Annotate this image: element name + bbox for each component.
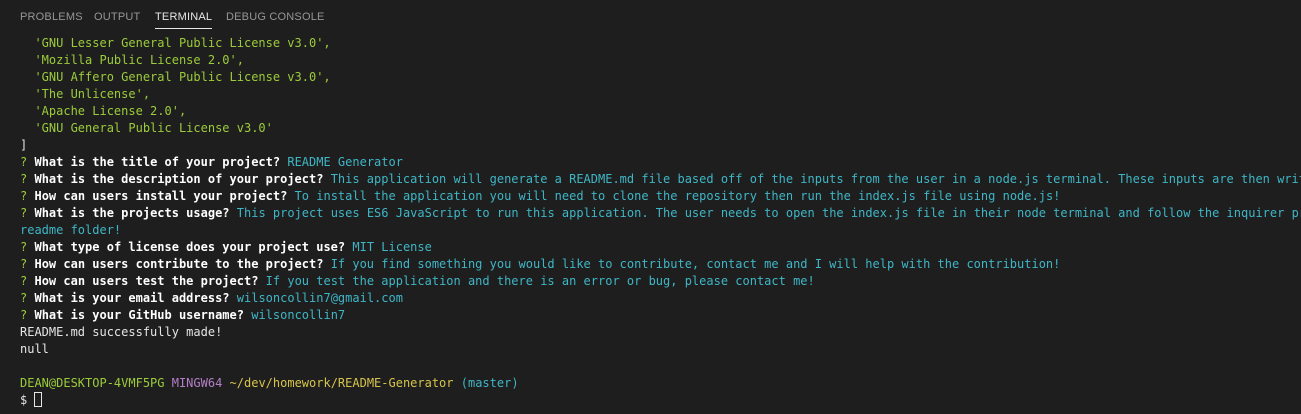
license-list-item: 'GNU General Public License v3.0' [20, 121, 273, 135]
shell-prompt-info: DEAN@DESKTOP-4VMF5PG MINGW64 ~/dev/homew… [20, 375, 1301, 392]
prompt-line-install: ? How can users install your project? To… [20, 188, 1301, 205]
prompt-line-usage: ? What is the projects usage? This proje… [20, 205, 1301, 222]
prompt-line-title: ? What is the title of your project? REA… [20, 154, 1301, 171]
shell-user-host: DEAN@DESKTOP-4VMF5PG [20, 376, 165, 390]
tab-problems[interactable]: PROBLEMS [20, 11, 83, 28]
prompt-answer: MIT License [352, 240, 432, 254]
prompt-answer: wilsoncollin7 [251, 308, 346, 322]
shell-prompt-symbol: $ [20, 393, 28, 407]
question-mark: ? [20, 172, 28, 186]
shell-input-line[interactable]: $ [20, 392, 1301, 409]
prompt-question: How can users contribute to the project? [34, 257, 324, 271]
license-list-item: 'GNU Lesser General Public License v3.0'… [20, 36, 331, 50]
shell-path: ~/dev/homework/README-Generator [229, 376, 454, 390]
license-list-item: 'GNU Affero General Public License v3.0'… [20, 70, 331, 84]
prompt-line-email: ? What is your email address? wilsoncoll… [20, 290, 1301, 307]
prompt-question: What is your email address? [34, 291, 230, 305]
question-mark: ? [20, 291, 28, 305]
prompt-line-test: ? How can users test the project? If you… [20, 273, 1301, 290]
success-message: README.md successfully made! [20, 325, 223, 339]
question-mark: ? [20, 189, 28, 203]
panel-tab-bar: PROBLEMS OUTPUT TERMINAL DEBUG CONSOLE [0, 0, 1301, 35]
terminal-output[interactable]: 'GNU Lesser General Public License v3.0'… [20, 35, 1301, 414]
prompt-answer: wilsoncollin7@gmail.com [236, 291, 403, 305]
prompt-answer: README Generator [287, 155, 403, 169]
question-mark: ? [20, 240, 28, 254]
prompt-line-github: ? What is your GitHub username? wilsonco… [20, 307, 1301, 324]
tab-output[interactable]: OUTPUT [94, 11, 140, 28]
prompt-line-contribute: ? How can users contribute to the projec… [20, 256, 1301, 273]
question-mark: ? [20, 206, 28, 220]
prompt-answer: This project uses ES6 JavaScript to run … [236, 206, 1301, 220]
tab-terminal[interactable]: TERMINAL [155, 11, 213, 29]
prompt-question: What is the projects usage? [34, 206, 230, 220]
prompt-question: How can users install your project? [34, 189, 288, 203]
license-list-item: 'Mozilla Public License 2.0', [20, 53, 244, 67]
prompt-line-license: ? What type of license does your project… [20, 239, 1301, 256]
null-output: null [20, 342, 49, 356]
prompt-question: What is your GitHub username? [34, 308, 244, 322]
prompt-line-description: ? What is the description of your projec… [20, 171, 1301, 188]
prompt-answer: If you test the application and there is… [265, 274, 815, 288]
license-list-item: 'Apache License 2.0', [20, 104, 187, 118]
prompt-question: What is the title of your project? [34, 155, 281, 169]
terminal-cursor [34, 392, 43, 407]
list-close-bracket: ] [20, 138, 28, 152]
shell-git-branch: (master) [460, 376, 519, 390]
question-mark: ? [20, 257, 28, 271]
usage-wrap-line: readme folder! [20, 223, 122, 237]
question-mark: ? [20, 274, 28, 288]
license-list-item: 'The Unlicense', [20, 87, 151, 101]
prompt-question: How can users test the project? [34, 274, 259, 288]
prompt-question: What is the description of your project? [34, 172, 324, 186]
shell-env: MINGW64 [171, 376, 223, 390]
prompt-answer: This application will generate a README.… [330, 172, 1301, 186]
question-mark: ? [20, 308, 28, 322]
question-mark: ? [20, 155, 28, 169]
prompt-question: What type of license does your project u… [34, 240, 346, 254]
tab-debug-console[interactable]: DEBUG CONSOLE [226, 11, 325, 28]
prompt-answer: To install the application you will need… [294, 189, 1061, 203]
prompt-answer: If you find something you would like to … [330, 257, 1061, 271]
